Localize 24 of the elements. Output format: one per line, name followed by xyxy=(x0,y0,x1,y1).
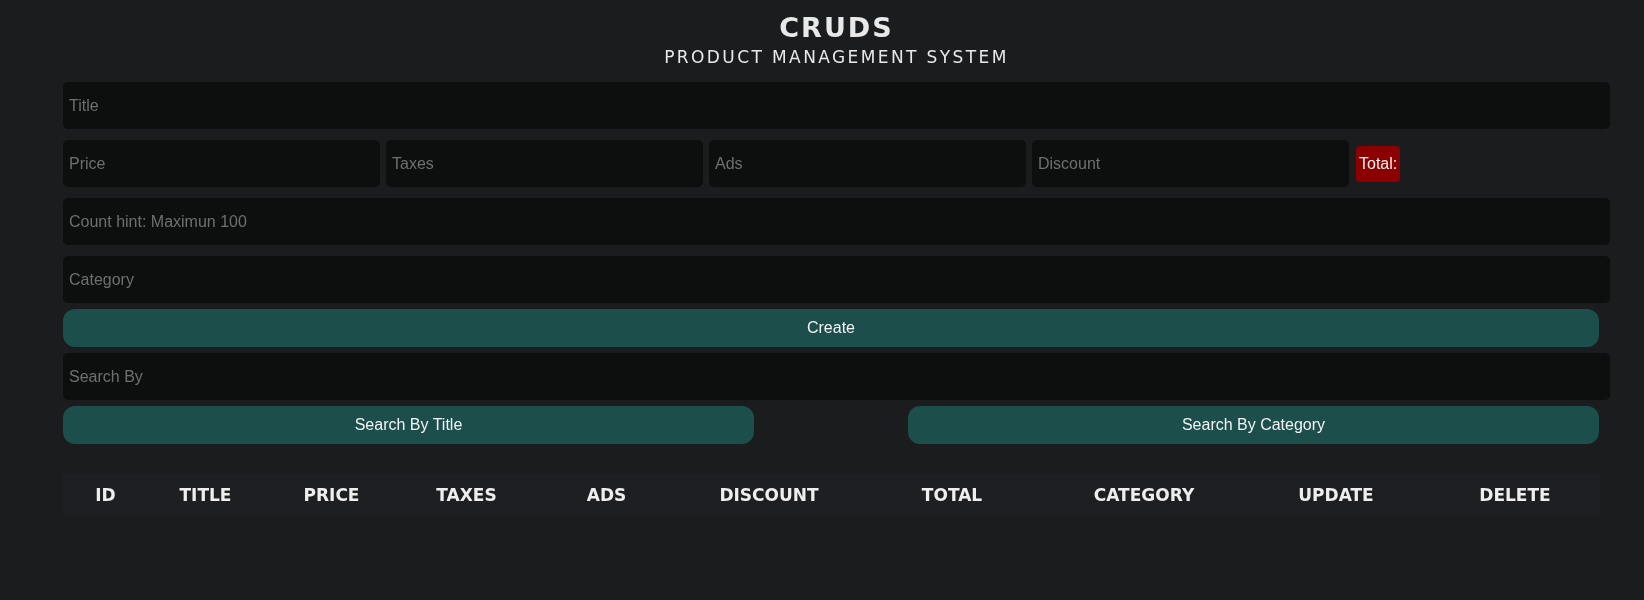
category-input[interactable]: Category xyxy=(63,256,1610,303)
search-button[interactable]: Search By Title xyxy=(63,406,754,444)
column-header: DELETE xyxy=(1478,485,1552,505)
column-header: ID xyxy=(94,485,117,505)
column-header: PRICE xyxy=(302,485,361,505)
title-input[interactable]: Title xyxy=(63,82,1610,129)
total-label: Total: xyxy=(1356,145,1401,182)
count-input[interactable]: Count hint: Maximun 100 xyxy=(63,198,1610,245)
search-input[interactable]: Search By xyxy=(63,353,1610,400)
number-input[interactable]: Price xyxy=(63,140,380,187)
create-button[interactable]: Create xyxy=(63,309,1599,347)
column-header: ADS xyxy=(585,485,628,505)
column-header: DISCOUNT xyxy=(718,485,820,505)
column-header: TAXES xyxy=(435,485,498,505)
search-button[interactable]: Search By Category xyxy=(908,406,1599,444)
number-input[interactable]: Ads xyxy=(709,140,1026,187)
column-header: TITLE xyxy=(178,485,233,505)
number-input[interactable]: Discount xyxy=(1032,140,1349,187)
app-subtitle: PRODUCT MANAGEMENT SYSTEM xyxy=(664,46,1009,68)
column-header: CATEGORY xyxy=(1092,485,1196,505)
number-input[interactable]: Taxes xyxy=(386,140,703,187)
column-header: TOTAL xyxy=(920,485,984,505)
app-title: CRUDS xyxy=(779,11,894,45)
column-header: UPDATE xyxy=(1297,485,1375,505)
